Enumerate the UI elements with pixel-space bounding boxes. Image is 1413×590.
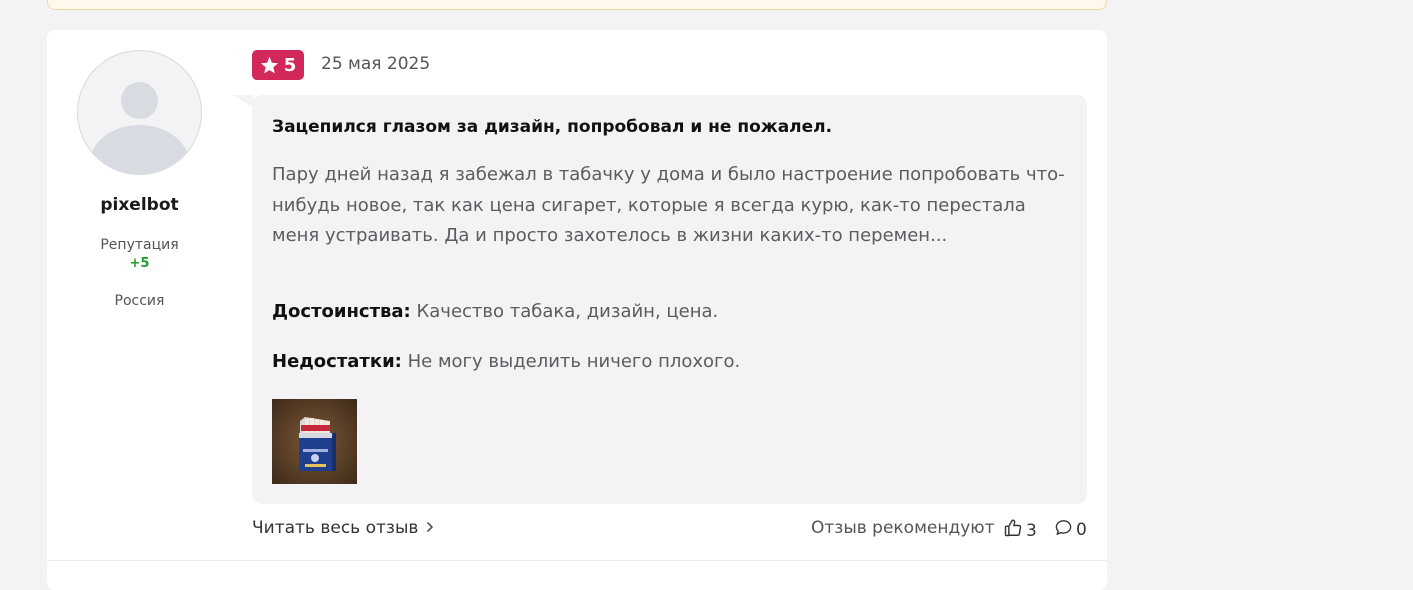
thumbs-up-icon: [1003, 518, 1023, 543]
review-cons: Недостатки: Не могу выделить ничего плох…: [272, 351, 740, 372]
pros-label: Достоинства:: [272, 301, 411, 322]
reputation-label: Репутация: [100, 237, 179, 253]
bubble-tail: [233, 95, 253, 107]
comments-button[interactable]: 0: [1054, 518, 1087, 542]
cons-text: Не могу выделить ничего плохого.: [407, 351, 741, 372]
review-date: 25 мая 2025: [321, 54, 431, 74]
avatar-body-shape: [89, 125, 190, 174]
star-icon: [260, 56, 279, 74]
user-country: Россия: [114, 293, 165, 309]
review-bubble: [252, 95, 1087, 504]
comment-icon: [1054, 518, 1073, 542]
review-title[interactable]: Зацепился глазом за дизайн, попробовал и…: [272, 117, 832, 137]
recommend-label: Отзыв рекомендуют: [811, 518, 995, 538]
review-photo-thumbnail[interactable]: [272, 399, 357, 484]
read-full-label: Читать весь отзыв: [252, 518, 419, 538]
read-full-review-link[interactable]: Читать весь отзыв: [252, 518, 434, 538]
review-text: Пару дней назад я забежал в табачку у до…: [272, 164, 1065, 246]
pros-text: Качество табака, дизайн, цена.: [416, 301, 719, 322]
top-banner: [47, 0, 1107, 10]
card-divider: [47, 560, 1107, 561]
review-pros: Достоинства: Качество табака, дизайн, це…: [272, 301, 718, 322]
rating-value: 5: [283, 54, 297, 76]
avatar-head-shape: [121, 82, 158, 119]
avatar[interactable]: [77, 50, 202, 175]
comment-count: 0: [1076, 520, 1087, 540]
reputation-value: +5: [129, 256, 150, 271]
cons-label: Недостатки:: [272, 351, 402, 372]
like-button[interactable]: 3: [1003, 518, 1037, 543]
rating-badge: 5: [252, 50, 304, 80]
like-count: 3: [1026, 520, 1037, 541]
chevron-right-icon: [426, 518, 434, 538]
username[interactable]: pixelbot: [77, 195, 202, 215]
